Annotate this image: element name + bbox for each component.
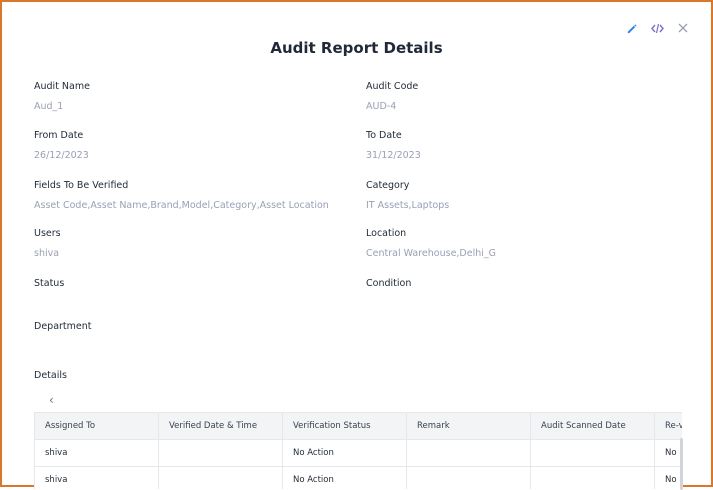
- users-field: Users shiva: [34, 228, 61, 259]
- fields-to-verify-value: Asset Code,Asset Name,Brand,Model,Catego…: [34, 200, 329, 211]
- audit-name-field: Audit Name Aud_1: [34, 81, 90, 112]
- location-field: Location Central Warehouse,Delhi_G: [366, 228, 496, 259]
- users-value: shiva: [34, 248, 60, 259]
- audit-name-value: Aud_1: [34, 101, 64, 112]
- table-row[interactable]: shiva No Action No: [34, 466, 682, 489]
- audit-code-value: AUD-4: [366, 101, 397, 112]
- department-field: Department: [34, 321, 92, 341]
- column-header[interactable]: Re-v: [654, 412, 682, 440]
- table-cell: No: [654, 439, 682, 467]
- audit-code-field: Audit Code AUD-4: [366, 81, 418, 112]
- table-cell: No Action: [282, 439, 407, 467]
- pencil-icon[interactable]: [624, 21, 638, 35]
- status-label: Status: [34, 278, 65, 289]
- table-cell: [406, 439, 531, 467]
- scroll-left-icon[interactable]: ‹: [49, 393, 54, 407]
- status-field: Status: [34, 278, 64, 298]
- category-field: Category IT Assets,Laptops: [366, 180, 449, 211]
- from-date-label: From Date: [34, 130, 84, 141]
- location-label: Location: [366, 228, 407, 239]
- condition-field: Condition: [366, 278, 411, 298]
- from-date-field: From Date 26/12/2023: [34, 130, 89, 161]
- table-cell: shiva: [34, 466, 159, 489]
- location-value: Central Warehouse,Delhi_G: [366, 248, 496, 259]
- table-header-row: Assigned To Verified Date & Time Verific…: [34, 412, 682, 440]
- category-value: IT Assets,Laptops: [366, 200, 450, 211]
- details-table-container[interactable]: Assigned To Verified Date & Time Verific…: [34, 412, 682, 489]
- column-header[interactable]: Remark: [406, 412, 531, 440]
- table-cell: [530, 466, 655, 489]
- fields-to-verify-label: Fields To Be Verified: [34, 180, 129, 191]
- to-date-field: To Date 31/12/2023: [366, 130, 421, 161]
- table-cell: No: [654, 466, 682, 489]
- close-icon[interactable]: [676, 21, 690, 35]
- column-header[interactable]: Assigned To: [34, 412, 159, 440]
- column-header[interactable]: Audit Scanned Date: [530, 412, 655, 440]
- table-vertical-scrollbar[interactable]: [680, 438, 683, 490]
- code-icon[interactable]: [650, 21, 664, 35]
- department-label: Department: [34, 321, 92, 332]
- to-date-label: To Date: [366, 130, 402, 141]
- fields-to-verify-field: Fields To Be Verified Asset Code,Asset N…: [34, 180, 329, 211]
- details-table: Assigned To Verified Date & Time Verific…: [34, 412, 682, 489]
- table-cell: [158, 466, 283, 489]
- table-cell: shiva: [34, 439, 159, 467]
- condition-label: Condition: [366, 278, 412, 289]
- table-row[interactable]: shiva No Action No: [34, 439, 682, 467]
- audit-name-label: Audit Name: [34, 81, 90, 92]
- category-label: Category: [366, 180, 410, 191]
- table-cell: [530, 439, 655, 467]
- table-cell: [406, 466, 531, 489]
- users-label: Users: [34, 228, 61, 239]
- modal-actions: [624, 21, 690, 35]
- table-cell: No Action: [282, 466, 407, 489]
- table-cell: [158, 439, 283, 467]
- column-header[interactable]: Verified Date & Time: [158, 412, 283, 440]
- to-date-value: 31/12/2023: [366, 150, 421, 161]
- details-heading: Details: [34, 370, 67, 381]
- modal-title: Audit Report Details: [270, 39, 443, 57]
- from-date-value: 26/12/2023: [34, 150, 89, 161]
- window-frame: Audit Report Details Audit Name Aud_1 Fr…: [0, 0, 713, 490]
- column-header[interactable]: Verification Status: [282, 412, 407, 440]
- audit-code-label: Audit Code: [366, 81, 419, 92]
- audit-report-modal: Audit Report Details Audit Name Aud_1 Fr…: [5, 5, 708, 490]
